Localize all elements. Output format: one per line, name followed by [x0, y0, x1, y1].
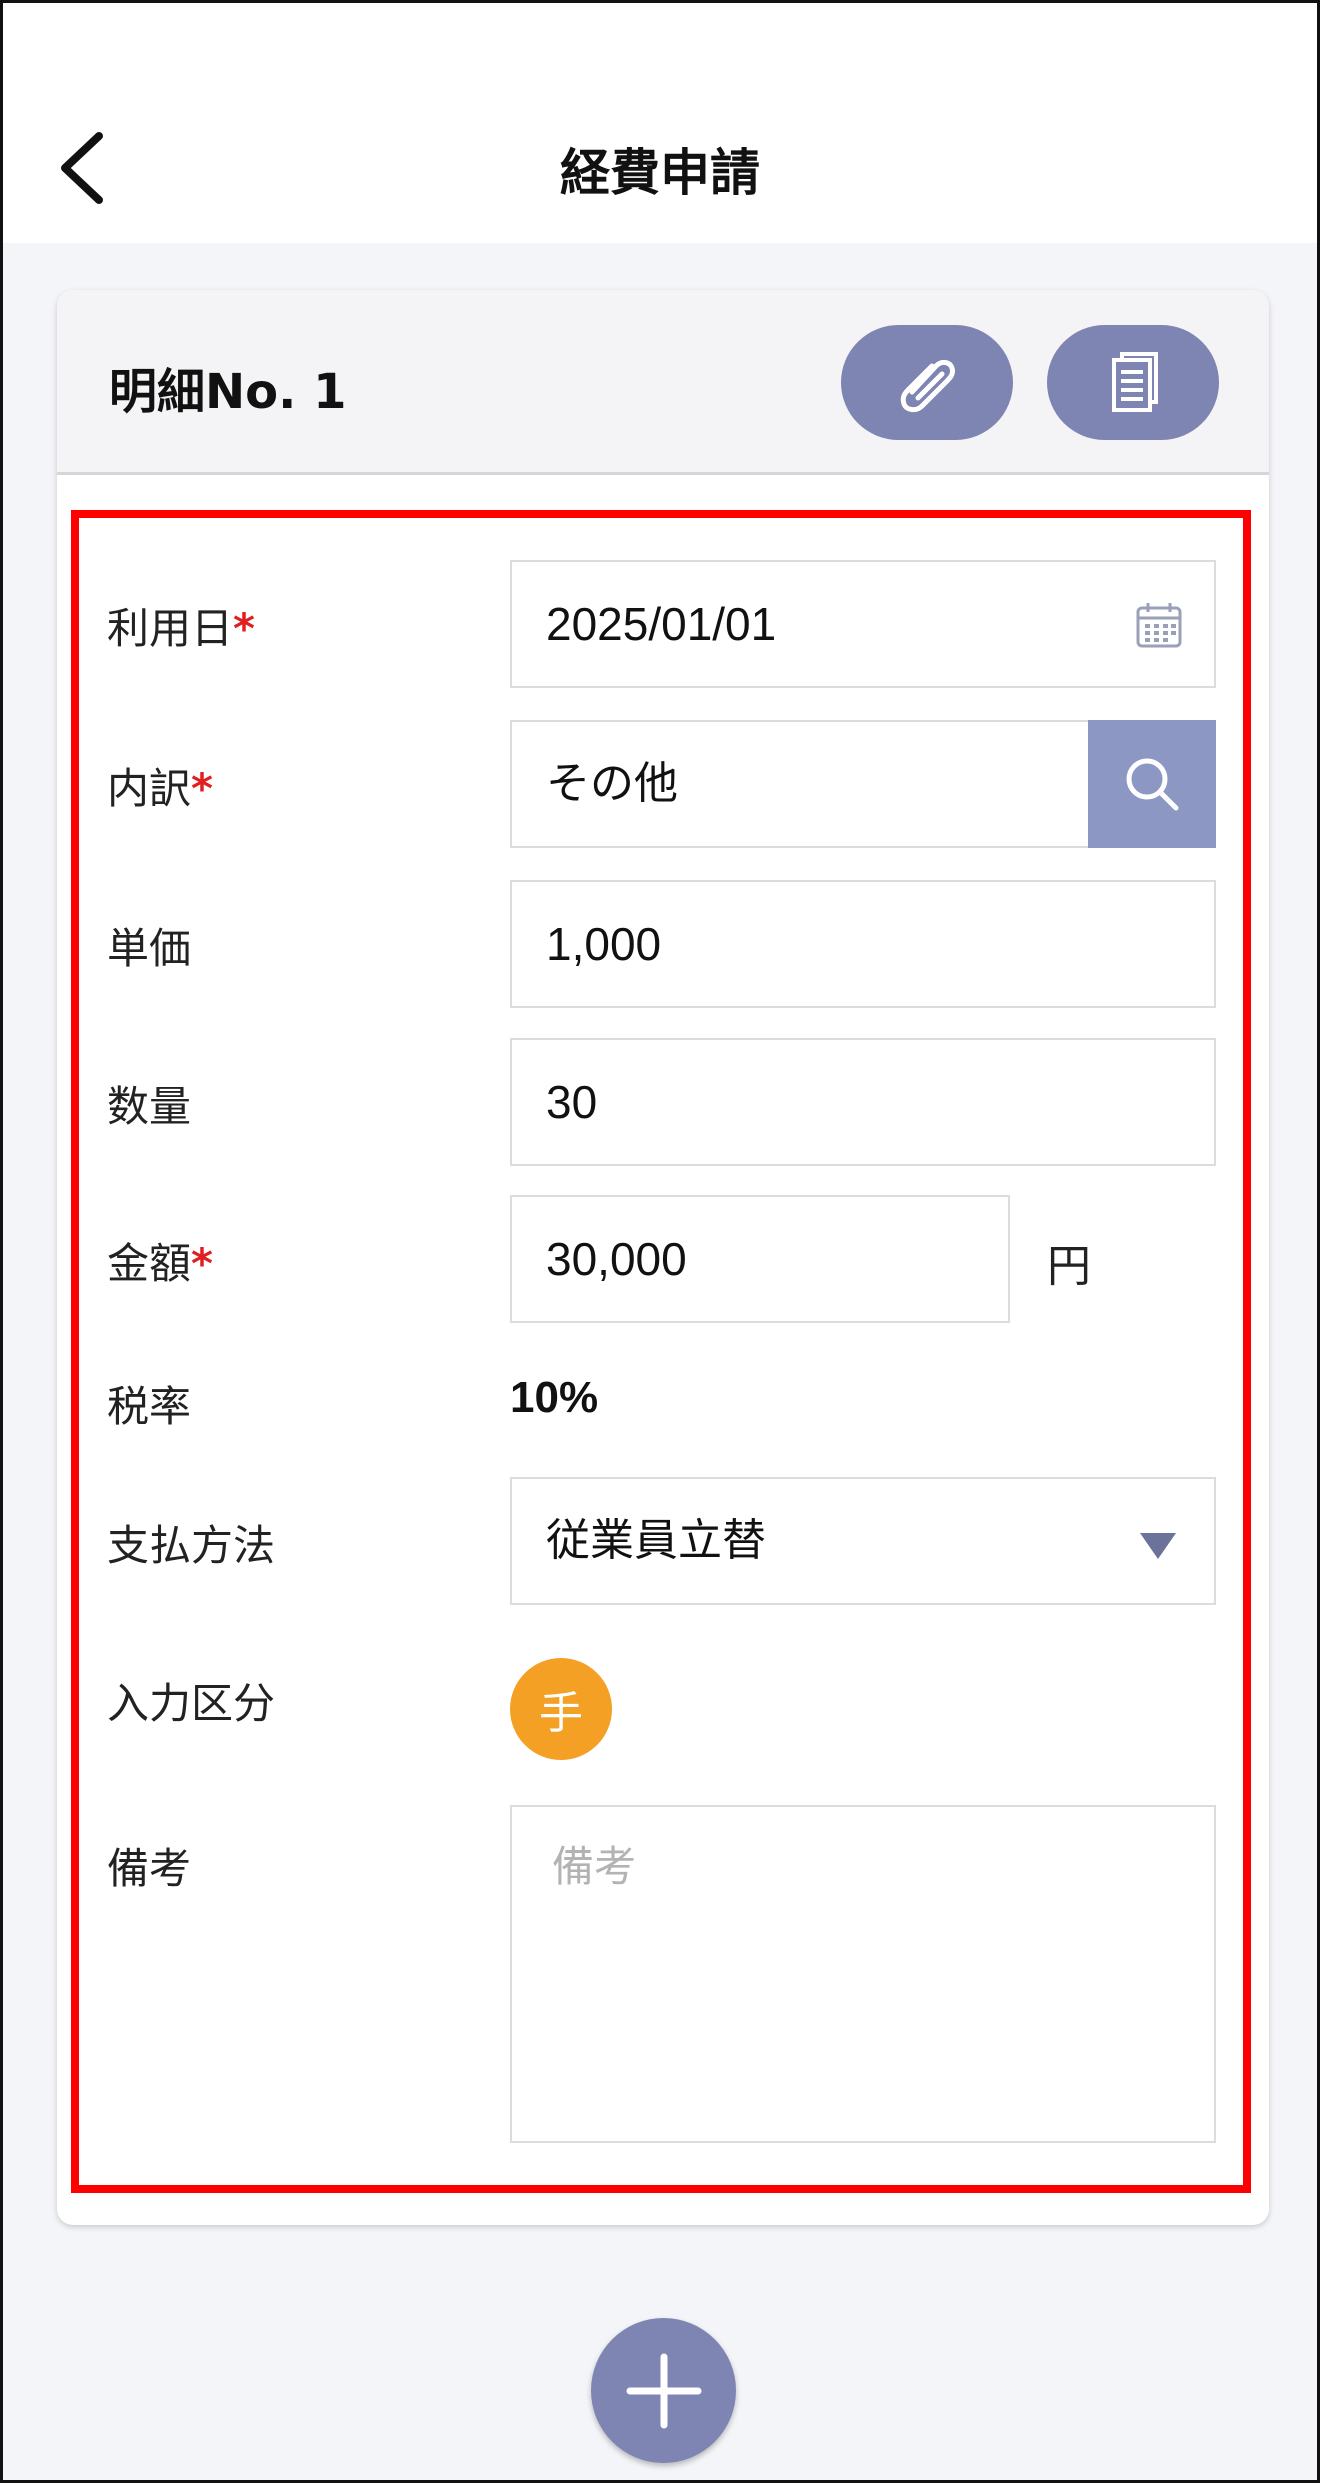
category-value: その他 [546, 758, 678, 809]
attach-button[interactable] [841, 325, 1013, 440]
category-search-button[interactable] [1088, 720, 1216, 848]
quantity-value: 30 [546, 1076, 598, 1128]
date-label: 利用日* [107, 604, 255, 653]
search-icon [1126, 758, 1179, 811]
input-type-label: 入力区分 [107, 1679, 276, 1728]
unit-price-field[interactable]: 1,000 [510, 880, 1216, 1008]
plus-icon [626, 2353, 701, 2428]
input-type-badge: 手 [510, 1658, 612, 1760]
memo-textarea[interactable] [510, 1805, 1216, 2143]
tax-rate-label: 税率 [107, 1382, 192, 1431]
payment-value: 従業員立替 [546, 1515, 766, 1566]
add-detail-button[interactable] [591, 2318, 736, 2463]
paperclip-icon [900, 359, 955, 412]
category-label: 内訳* [107, 764, 213, 813]
quantity-label: 数量 [107, 1082, 192, 1131]
unit-price-value: 1,000 [546, 918, 662, 970]
detail-title: 明細No. 1 [109, 364, 347, 420]
payment-select[interactable]: 従業員立替 [510, 1477, 1216, 1605]
calendar-icon[interactable] [1134, 600, 1184, 650]
date-field[interactable]: 2025/01/01 [510, 560, 1216, 688]
tax-rate-value: 10% [510, 1373, 599, 1422]
app-frame: 経費申請 明細No. 1 利用日* 2025/01/01 内訳* その他 単価 … [0, 0, 1320, 2483]
app-header: 経費申請 [3, 3, 1317, 243]
unit-price-label: 単価 [107, 924, 192, 973]
amount-label: 金額* [107, 1239, 213, 1288]
category-field[interactable]: その他 [510, 720, 1216, 848]
date-value: 2025/01/01 [546, 598, 777, 650]
payment-label: 支払方法 [107, 1521, 276, 1570]
memo-label: 備考 [107, 1844, 192, 1893]
copy-detail-button[interactable] [1047, 325, 1219, 440]
detail-card: 明細No. 1 利用日* 2025/01/01 内訳* その他 単価 1,000… [57, 290, 1269, 2225]
triangle-down-icon [1140, 1533, 1176, 1559]
amount-value: 30,000 [546, 1233, 687, 1285]
document-icon [1112, 351, 1158, 412]
amount-unit: 円 [1047, 1241, 1091, 1292]
detail-card-header: 明細No. 1 [57, 290, 1269, 475]
amount-field[interactable]: 30,000 [510, 1195, 1010, 1323]
quantity-field[interactable]: 30 [510, 1038, 1216, 1166]
page-title: 経費申請 [560, 144, 760, 202]
